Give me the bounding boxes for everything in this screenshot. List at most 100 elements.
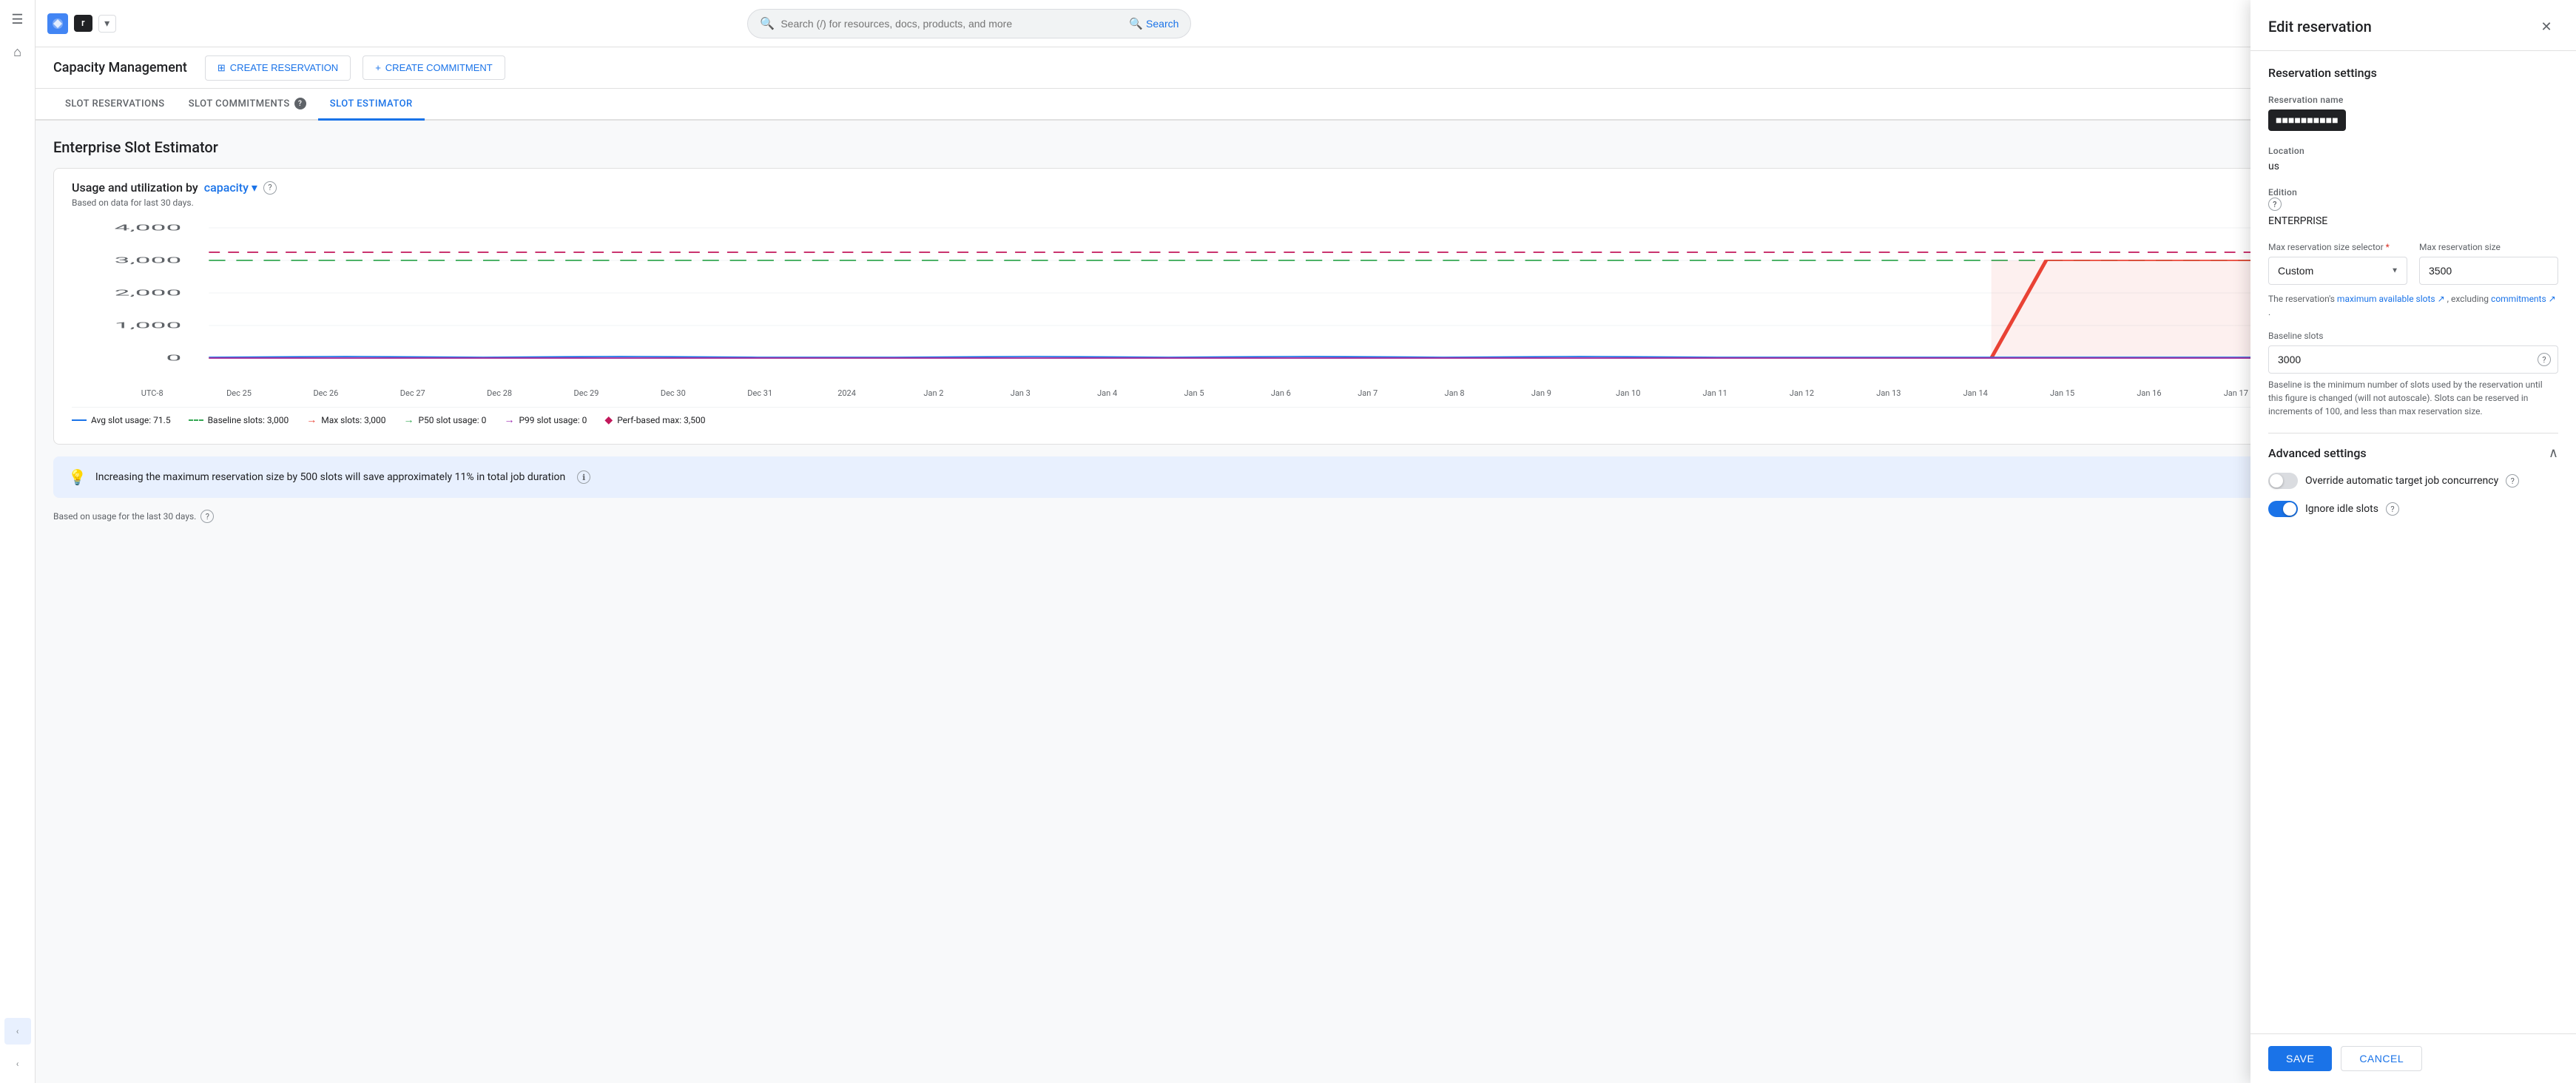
sidebar-menu-icon[interactable]: ☰ (4, 6, 31, 33)
create-reservation-button[interactable]: ⊞ CREATE RESERVATION (205, 55, 351, 81)
edition-help-icon[interactable]: ? (2268, 198, 2558, 211)
close-panel-button[interactable]: ✕ (2535, 15, 2558, 38)
baseline-help-icon[interactable]: ? (2538, 353, 2551, 366)
x-label: Jan 3 (977, 388, 1064, 398)
chart-svg: 4,000 3,000 2,000 1,000 0 (72, 220, 2540, 382)
legend-p99-label: P99 slot usage: 0 (519, 415, 587, 425)
reservation-settings-title: Reservation settings (2268, 66, 2558, 80)
panel-body: Reservation settings Reservation name ■■… (2250, 51, 2576, 1033)
override-label: Override automatic target job concurrenc… (2305, 475, 2498, 487)
baseline-help-text: Baseline is the minimum number of slots … (2268, 378, 2558, 418)
max-size-selector[interactable]: Custom Automatic (2268, 257, 2407, 285)
baseline-wrapper: ? (2268, 345, 2558, 374)
ignore-idle-help-icon[interactable]: ? (2386, 502, 2399, 516)
x-label: Dec 26 (283, 388, 369, 398)
max-size-selector-wrapper: Custom Automatic (2268, 257, 2407, 285)
advanced-settings-title: Advanced settings (2268, 446, 2367, 460)
info-text: Increasing the maximum reservation size … (95, 471, 565, 483)
location-label: Location (2268, 146, 2558, 156)
based-on: Based on usage for the last 30 days. ? (53, 510, 2558, 523)
x-label: Dec 31 (717, 388, 803, 398)
legend-max-slots-label: Max slots: 3,000 (321, 415, 385, 425)
main-area: r ▾ 🔍 🔍 Search ? 🔔 ⚙ A Capacity Manageme… (36, 0, 2576, 1083)
sidebar: ☰ ⌂ ‹ ‹ (0, 0, 36, 1083)
reservation-name-value: ■■■■■■■■■■ (2268, 109, 2346, 131)
tab-slot-commitments[interactable]: SLOT COMMITMENTS ? (177, 89, 318, 121)
panel-title: Edit reservation (2268, 18, 2372, 36)
legend-baseline-line (189, 419, 203, 421)
cancel-button[interactable]: CANCEL (2341, 1046, 2422, 1071)
create-commitment-button[interactable]: + CREATE COMMITMENT (363, 55, 505, 80)
based-on-help-icon[interactable]: ? (200, 510, 214, 523)
override-toggle-knob (2270, 474, 2283, 487)
advanced-settings-header[interactable]: Advanced settings ∧ (2268, 445, 2558, 461)
tab-commitments-help-icon[interactable]: ? (294, 98, 306, 109)
gcp-logo-icon (47, 13, 68, 34)
page-content: Capacity Management ⊞ CREATE RESERVATION… (36, 47, 2576, 1083)
reservation-name-field: Reservation name ■■■■■■■■■■ (2268, 95, 2558, 131)
baseline-slots-input[interactable] (2268, 345, 2558, 374)
edition-label: Edition ? (2268, 187, 2558, 211)
search-button[interactable]: 🔍 Search (1129, 17, 1179, 30)
advanced-settings: Advanced settings ∧ Override automatic t… (2268, 433, 2558, 517)
x-label: Dec 27 (369, 388, 456, 398)
x-axis-labels: UTC-8 Dec 25 Dec 26 Dec 27 Dec 28 Dec 29… (72, 388, 2540, 404)
override-help-icon[interactable]: ? (2506, 474, 2519, 487)
legend-perf-max-label: Perf-based max: 3,500 (617, 415, 705, 425)
edition-field: Edition ? ENTERPRISE (2268, 187, 2558, 227)
legend-avg-usage: Avg slot usage: 71.5 (72, 414, 171, 426)
x-label: Jan 12 (1759, 388, 1845, 398)
ignore-idle-toggle-row: Ignore idle slots ? (2268, 501, 2558, 517)
tab-slot-reservations[interactable]: SLOT RESERVATIONS (53, 89, 177, 121)
tab-slot-estimator[interactable]: SLOT ESTIMATOR (318, 89, 425, 121)
svg-text:1,000: 1,000 (115, 320, 182, 330)
search-input[interactable] (780, 18, 1123, 30)
ignore-idle-toggle[interactable] (2268, 501, 2298, 517)
edition-value: ENTERPRISE (2268, 215, 2558, 227)
page-title: Capacity Management (53, 60, 187, 75)
max-size-input[interactable] (2419, 257, 2558, 285)
svg-text:3,000: 3,000 (115, 255, 182, 265)
chart-help-icon[interactable]: ? (263, 181, 277, 195)
sidebar-home-icon[interactable]: ⌂ (4, 38, 31, 65)
x-label: Dec 30 (630, 388, 716, 398)
ignore-idle-toggle-knob (2283, 502, 2296, 516)
sidebar-collapse-bottom-icon[interactable]: ‹ (4, 1050, 31, 1077)
max-size-label: Max reservation size (2419, 242, 2558, 252)
capacity-dropdown[interactable]: capacity ▾ (204, 180, 257, 195)
max-size-selector-field: Max reservation size selector * Custom A… (2268, 242, 2407, 285)
panel-header: Edit reservation ✕ (2250, 0, 2576, 51)
max-available-slots-link[interactable]: maximum available slots ↗ (2337, 294, 2447, 304)
x-label: Jan 6 (1238, 388, 1324, 398)
x-label: Jan 10 (1585, 388, 1671, 398)
x-label: Jan 9 (1498, 388, 1585, 398)
search-bar-icon: 🔍 (760, 16, 775, 30)
commitments-link[interactable]: commitments ↗ (2491, 294, 2556, 304)
override-toggle[interactable] (2268, 473, 2298, 489)
legend-perf-max: ◆ Perf-based max: 3,500 (604, 414, 705, 426)
app-dropdown-btn[interactable]: ▾ (98, 15, 116, 33)
edition-help-circle[interactable]: ? (2268, 198, 2282, 211)
panel-footer: SAVE CANCEL (2250, 1033, 2576, 1083)
location-value: us (2268, 161, 2558, 172)
save-button[interactable]: SAVE (2268, 1046, 2332, 1071)
search-bar: 🔍 🔍 Search (747, 9, 1191, 38)
reservation-name-label: Reservation name (2268, 95, 2558, 105)
tabs-bar: SLOT RESERVATIONS SLOT COMMITMENTS ? SLO… (36, 89, 2576, 121)
estimator-section: Enterprise Slot Estimator Usage and util… (36, 121, 2576, 1083)
info-help-icon[interactable]: ℹ (577, 470, 590, 484)
legend-p50: → P50 slot usage: 0 (403, 414, 486, 426)
sidebar-collapse-icon[interactable]: ‹ (4, 1018, 31, 1045)
legend-baseline-label: Baseline slots: 3,000 (208, 415, 289, 425)
legend-avg-usage-line (72, 419, 87, 421)
create-commitment-icon: + (375, 62, 381, 73)
svg-text:4,000: 4,000 (115, 223, 182, 232)
x-label: Jan 11 (1671, 388, 1758, 398)
create-reservation-icon: ⊞ (218, 62, 226, 74)
x-label: Jan 16 (2105, 388, 2192, 398)
x-label: Dec 28 (456, 388, 542, 398)
app-name: r (74, 15, 92, 32)
x-label: Jan 2 (890, 388, 977, 398)
legend-p50-label: P50 slot usage: 0 (418, 415, 486, 425)
x-label: Jan 5 (1150, 388, 1237, 398)
